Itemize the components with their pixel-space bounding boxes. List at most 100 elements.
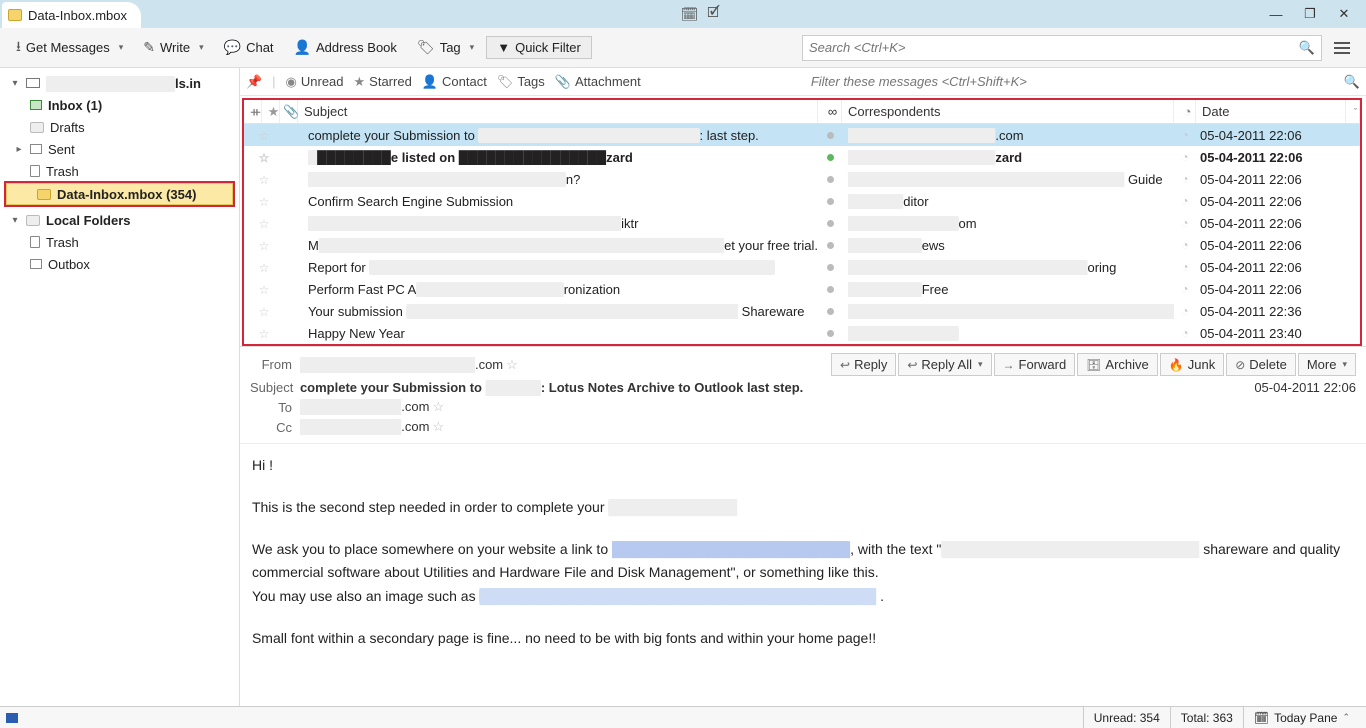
read-status[interactable]	[818, 198, 842, 205]
today-pane-toggle[interactable]: 🗓︎Today Pane⌃	[1243, 707, 1360, 728]
thread-column[interactable]: ᚑ	[244, 100, 262, 123]
read-status[interactable]	[818, 308, 842, 315]
sent-node[interactable]: ▸Sent	[0, 138, 239, 160]
window-tab[interactable]: Data-Inbox.mbox	[2, 2, 141, 28]
message-row[interactable]: ☆Perform Fast PC A████████████████roniza…	[244, 278, 1360, 300]
chevron-right-icon[interactable]: ▸	[14, 144, 24, 155]
star-column[interactable]: ★	[262, 100, 280, 123]
search-icon[interactable]: 🔍	[1299, 40, 1315, 56]
star-icon[interactable]: ☆	[244, 326, 284, 341]
account-node[interactable]: ▾ ██████████████ls.in	[0, 72, 239, 94]
write-button[interactable]: ✎Write	[135, 35, 211, 60]
message-row[interactable]: ☆Happy New Year████████████◔05-04-2011 2…	[244, 322, 1360, 344]
clock-icon: ◔	[1174, 172, 1196, 186]
main-area: ▾ ██████████████ls.in Inbox (1) Drafts ▸…	[0, 68, 1366, 706]
read-status[interactable]	[818, 220, 842, 227]
no-icon: ⊘	[1235, 358, 1245, 372]
inbox-node[interactable]: Inbox (1)	[0, 94, 239, 116]
filter-input[interactable]	[811, 74, 1329, 89]
sent-icon	[30, 144, 42, 154]
global-search[interactable]: 🔍	[802, 35, 1322, 61]
attachment-column[interactable]: 📎	[280, 100, 298, 123]
star-icon[interactable]: ☆	[244, 194, 284, 209]
read-status[interactable]	[818, 286, 842, 293]
star-icon[interactable]: ☆	[244, 304, 284, 319]
pin-icon[interactable]: 📌	[246, 74, 262, 90]
maximize-button[interactable]: ❐	[1296, 3, 1324, 25]
filter-starred[interactable]: ★Starred	[354, 74, 412, 90]
message-row[interactable]: ☆████████████████████████████n?█████████…	[244, 168, 1360, 190]
tag-icon: 🏷	[497, 74, 514, 90]
data-inbox-node[interactable]: Data-Inbox.mbox (354)	[6, 183, 233, 205]
chevron-down-icon[interactable]: ▾	[10, 78, 20, 89]
read-status[interactable]	[818, 176, 842, 183]
sort-indicator[interactable]: ˇ	[1346, 100, 1360, 123]
star-icon[interactable]: ☆	[244, 128, 284, 143]
reply-button[interactable]: ↩Reply	[831, 353, 896, 376]
quick-filter-button[interactable]: ▼Quick Filter	[486, 36, 592, 59]
get-messages-button[interactable]: ⭳Get Messages	[8, 32, 131, 64]
read-status[interactable]	[818, 154, 842, 161]
star-icon[interactable]: ☆	[432, 399, 444, 414]
star-icon[interactable]: ☆	[244, 260, 284, 275]
menu-button[interactable]	[1334, 36, 1358, 60]
search-input[interactable]	[809, 40, 1299, 55]
trash-node[interactable]: Trash	[0, 160, 239, 182]
connection-status[interactable]	[6, 713, 18, 723]
address-book-button[interactable]: 👤Address Book	[286, 35, 405, 60]
delete-button[interactable]: ⊘Delete	[1226, 353, 1296, 376]
flame-icon: 🔥	[1169, 358, 1184, 372]
minimize-button[interactable]: ―	[1262, 3, 1290, 25]
row-subject: Happy New Year	[302, 326, 818, 341]
date-icon-column[interactable]: ◔	[1174, 100, 1196, 123]
tasks-icon[interactable]: 🗹	[705, 5, 723, 23]
correspondents-column[interactable]: Correspondents	[842, 100, 1174, 123]
message-row[interactable]: ☆Confirm Search Engine Submission██████d…	[244, 190, 1360, 212]
message-row[interactable]: ☆Report for ████████████████████████████…	[244, 256, 1360, 278]
message-row[interactable]: ☆█████████e listed on ████████████████za…	[244, 146, 1360, 168]
row-subject: complete your Submission to ████████████…	[302, 128, 818, 143]
date-column[interactable]: Date	[1196, 100, 1346, 123]
message-header: From ███████████████████.com☆ ↩Reply ↩Re…	[240, 346, 1366, 443]
tag-button[interactable]: 🏷Tag	[409, 35, 482, 60]
star-icon[interactable]: ☆	[244, 172, 284, 187]
local-folders-node[interactable]: ▾ Local Folders	[0, 209, 239, 231]
outbox-node[interactable]: Outbox	[0, 253, 239, 275]
subject-column[interactable]: Subject	[298, 100, 818, 123]
search-icon[interactable]: 🔍	[1344, 74, 1360, 90]
row-date: 05-04-2011 22:06	[1196, 172, 1360, 187]
filter-tags[interactable]: 🏷Tags	[497, 74, 545, 90]
star-icon[interactable]: ☆	[244, 216, 284, 231]
read-status[interactable]	[818, 264, 842, 271]
archive-button[interactable]: 🗄Archive	[1077, 353, 1158, 376]
message-row[interactable]: ☆M██████████████████████████████████████…	[244, 234, 1360, 256]
star-icon[interactable]: ☆	[506, 357, 518, 372]
calendar-icon[interactable]: 🗓︎	[681, 5, 699, 23]
star-icon[interactable]: ☆	[244, 150, 284, 165]
chevron-down-icon[interactable]: ▾	[10, 215, 20, 226]
filter-unread[interactable]: ◉Unread	[286, 74, 344, 90]
read-status[interactable]	[818, 242, 842, 249]
message-filter-search[interactable]	[810, 71, 1330, 93]
filter-attachment[interactable]: 📎Attachment	[555, 74, 641, 90]
junk-button[interactable]: 🔥Junk	[1160, 353, 1224, 376]
read-status[interactable]	[818, 330, 842, 337]
close-button[interactable]: ✕	[1330, 3, 1358, 25]
chat-button[interactable]: 💬Chat	[216, 35, 282, 60]
filter-contact[interactable]: 👤Contact	[422, 74, 487, 90]
more-button[interactable]: More	[1298, 353, 1356, 376]
read-status[interactable]	[818, 132, 842, 139]
star-icon[interactable]: ☆	[244, 238, 284, 253]
local-trash-node[interactable]: Trash	[0, 231, 239, 253]
star-icon[interactable]: ☆	[432, 419, 444, 434]
drafts-node[interactable]: Drafts	[0, 116, 239, 138]
star-icon[interactable]: ☆	[244, 282, 284, 297]
read-column[interactable]: ∞	[818, 100, 842, 123]
message-row[interactable]: ☆ complete your Submission to ███████████…	[244, 124, 1360, 146]
body-line: Small font within a secondary page is fi…	[252, 627, 1354, 651]
reply-all-button[interactable]: ↩Reply All	[898, 353, 991, 376]
forward-button[interactable]: →Forward	[994, 353, 1076, 376]
message-row[interactable]: ☆██████████████████████████████████iktr█…	[244, 212, 1360, 234]
trash-icon	[30, 165, 40, 177]
message-row[interactable]: ☆Your submission ███████████████████████…	[244, 300, 1360, 322]
